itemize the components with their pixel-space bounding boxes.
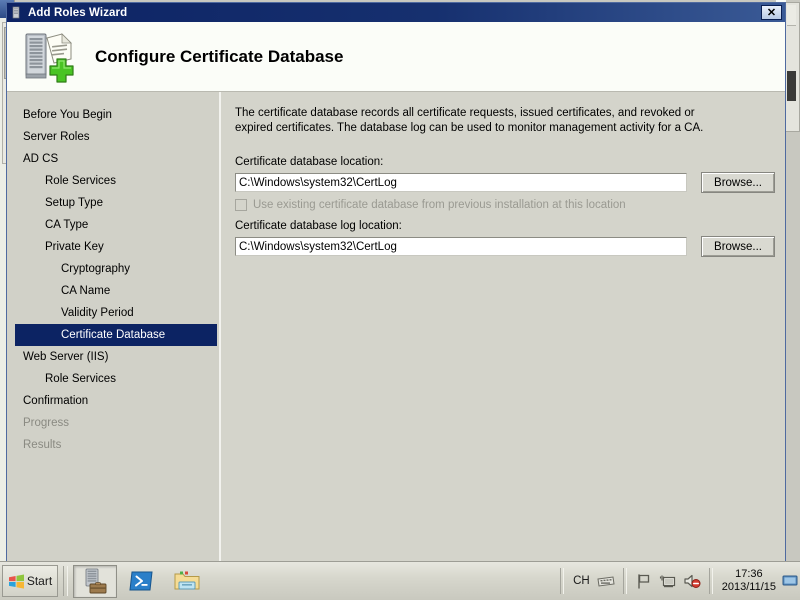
server-certificate-add-icon: [21, 28, 77, 86]
use-existing-database-label: Use existing certificate database from p…: [253, 199, 626, 211]
db-location-row: C:\Windows\system32\CertLog Browse...: [235, 172, 775, 193]
db-location-input[interactable]: C:\Windows\system32\CertLog: [235, 173, 687, 192]
network-icon[interactable]: [658, 571, 678, 591]
sidebar-item-ca-type[interactable]: CA Type: [7, 214, 219, 236]
use-existing-database-checkbox: [235, 199, 247, 211]
start-button-label: Start: [26, 574, 53, 588]
sidebar-item-server-roles[interactable]: Server Roles: [7, 126, 219, 148]
taskbar-item-powershell[interactable]: [119, 565, 163, 598]
flag-icon[interactable]: [634, 571, 654, 591]
screen: Add Roles Wizard ✕ Configure Certificate…: [0, 0, 800, 600]
taskbar: Start CH 17:36 2013/11/15: [0, 561, 800, 600]
tray-separator-2: [622, 568, 627, 594]
db-location-browse-button[interactable]: Browse...: [701, 172, 775, 193]
window-titlebar[interactable]: Add Roles Wizard ✕: [7, 3, 785, 22]
sidebar-item-cryptography[interactable]: Cryptography: [7, 258, 219, 280]
taskbar-divider: [63, 566, 68, 596]
clock-time: 17:36: [735, 568, 763, 580]
use-existing-database-row: Use existing certificate database from p…: [235, 199, 775, 211]
db-location-label: Certificate database location:: [235, 156, 384, 168]
window-title: Add Roles Wizard: [28, 6, 128, 19]
show-desktop-button[interactable]: [782, 566, 798, 596]
log-location-label: Certificate database log location:: [235, 220, 402, 232]
sidebar-item-role-services[interactable]: Role Services: [7, 368, 219, 390]
sidebar-item-ca-name[interactable]: CA Name: [7, 280, 219, 302]
sidebar-item-progress: Progress: [23, 417, 70, 429]
clock-date: 2013/11/15: [721, 581, 776, 593]
sidebar-item-web-server-iis[interactable]: Web Server (IIS): [7, 346, 219, 368]
sidebar-item-confirmation[interactable]: Confirmation: [7, 390, 219, 412]
clock[interactable]: 17:36 2013/11/15: [718, 568, 780, 594]
wizard-navigation-sidebar: Before You Begin Server Roles AD CS Role Se…: [7, 92, 221, 561]
start-button[interactable]: Start: [2, 565, 58, 597]
sidebar-item-ad-cs[interactable]: AD CS: [7, 148, 219, 170]
page-title: Configure Certificate Database: [95, 46, 344, 66]
taskbar-item-windows-explorer[interactable]: [165, 565, 209, 598]
tray-separator-1: [560, 568, 565, 594]
tray-separator-3: [708, 568, 713, 594]
sidebar-item-before-you-begin[interactable]: Before You Begin: [7, 104, 219, 126]
windows-logo-icon: [8, 574, 24, 589]
sidebar-item-setup-type[interactable]: Setup Type: [7, 192, 219, 214]
add-roles-wizard-window: Add Roles Wizard ✕ Configure Certificate…: [6, 2, 786, 600]
wizard-header: Configure Certificate Database: [7, 22, 785, 92]
wizard-body: Before You Begin Server Roles AD CS Role Se…: [7, 92, 785, 561]
log-location-row: C:\Windows\system32\CertLog Browse...: [235, 236, 775, 257]
close-icon[interactable]: ✕: [761, 5, 782, 20]
language-indicator[interactable]: CH: [569, 575, 594, 587]
sidebar-item-results: Results: [23, 439, 62, 451]
wizard-content-pane: The certificate database records all cer…: [221, 92, 793, 561]
wizard-titlebar-icon: [11, 6, 24, 19]
volume-muted-icon[interactable]: [682, 571, 702, 591]
system-tray: CH 17:36 2013/11/15: [555, 562, 800, 600]
sidebar-item-certificate-database[interactable]: Certificate Database: [15, 324, 217, 346]
powershell-icon: [129, 571, 153, 591]
sidebar-item-role-services[interactable]: Role Services: [7, 170, 219, 192]
background-right-scrollbar-track[interactable]: [787, 5, 796, 26]
taskbar-item-server-manager[interactable]: [73, 564, 117, 598]
sidebar-item-private-key[interactable]: Private Key: [7, 236, 219, 258]
server-manager-icon: [85, 568, 107, 594]
log-location-browse-button[interactable]: Browse...: [701, 236, 775, 257]
keyboard-icon[interactable]: [596, 571, 616, 591]
folder-icon: [174, 571, 200, 590]
log-location-input[interactable]: C:\Windows\system32\CertLog: [235, 237, 687, 256]
intro-description: The certificate database records all cer…: [235, 107, 704, 134]
sidebar-item-validity-period[interactable]: Validity Period: [7, 302, 219, 324]
